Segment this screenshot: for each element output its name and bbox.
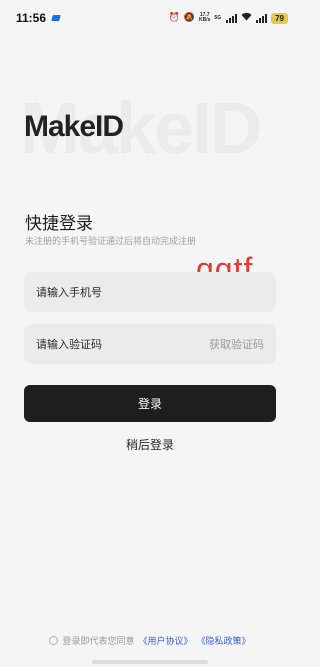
battery-indicator: 79 bbox=[271, 12, 288, 24]
verification-code-input[interactable]: 请输入验证码 获取验证码 bbox=[24, 324, 276, 364]
network-speed: 17.7 KB/s bbox=[199, 13, 210, 23]
privacy-policy-link[interactable]: 《隐私政策》 bbox=[197, 634, 251, 647]
status-time: 11:56 bbox=[16, 11, 47, 25]
user-agreement-link[interactable]: 《用户协议》 bbox=[138, 634, 192, 647]
agreement-checkbox[interactable] bbox=[49, 636, 59, 645]
signal-label: 5G bbox=[214, 15, 222, 21]
status-right: ⏰ 🔕 17.7 KB/s 5G 79 bbox=[169, 12, 288, 24]
app-logo: MakeID bbox=[24, 110, 124, 143]
network-speed-unit: KB/s bbox=[199, 17, 211, 23]
agreement-row: 登录即代表您同意 《用户协议》 《隐私政策》 bbox=[0, 634, 300, 647]
mute-icon: 🔕 bbox=[183, 12, 196, 23]
code-input-placeholder: 请输入验证码 bbox=[36, 338, 102, 351]
phone-input[interactable]: 请输入手机号 bbox=[24, 272, 276, 312]
get-code-button[interactable]: 获取验证码 bbox=[209, 336, 264, 352]
status-left: 11:56 bbox=[16, 11, 61, 25]
login-button[interactable]: 登录 bbox=[24, 385, 276, 422]
signal-icon bbox=[226, 13, 238, 23]
home-indicator[interactable] bbox=[92, 660, 208, 664]
alarm-icon: ⏰ bbox=[168, 12, 180, 23]
wifi-icon bbox=[241, 12, 252, 24]
agreement-prefix: 登录即代表您同意 bbox=[62, 637, 135, 647]
notification-app-icon bbox=[51, 15, 61, 21]
login-later-link[interactable]: 稍后登录 bbox=[0, 436, 300, 453]
page-title: 快捷登录 bbox=[25, 214, 93, 234]
signal-icon-2 bbox=[256, 13, 268, 23]
status-bar: 11:56 ⏰ 🔕 17.7 KB/s 5G 79 bbox=[0, 0, 300, 36]
phone-input-placeholder: 请输入手机号 bbox=[36, 286, 102, 299]
page-subtitle: 未注册的手机号验证通过后将自动完成注册 bbox=[25, 237, 197, 247]
